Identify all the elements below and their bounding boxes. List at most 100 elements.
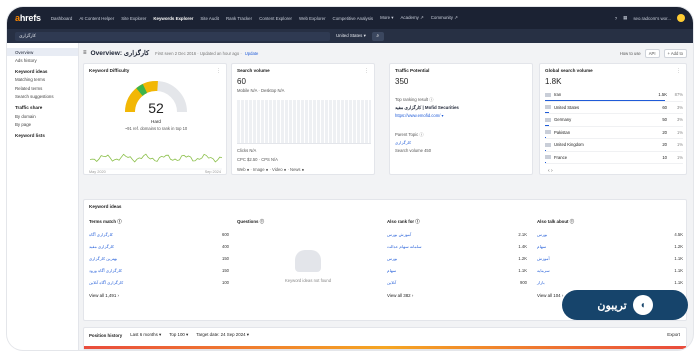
sidebar-item-matching-terms[interactable]: Matching terms xyxy=(7,76,78,84)
also-rank-keyword[interactable]: آموزش بورس xyxy=(387,232,411,237)
nav-keywords-explorer[interactable]: Keywords Explorer xyxy=(153,16,193,21)
ideas-col-also-rank[interactable]: Also rank for ⓘ xyxy=(387,219,420,225)
keyword-input[interactable]: کارگزاری xyxy=(15,31,330,41)
also-talk-keyword[interactable]: سرمایه xyxy=(537,268,550,273)
ideas-col-questions[interactable]: Questions ⓘ xyxy=(237,219,264,225)
gsv-country: United States xyxy=(554,104,580,110)
empty-illustration-icon xyxy=(295,250,321,272)
sidebar-item-by-page[interactable]: By page xyxy=(7,120,78,128)
also-rank-keyword[interactable]: آنلاین xyxy=(387,280,396,285)
terms-keyword[interactable]: کارگزاری آگاه ورود xyxy=(89,268,122,273)
sidebar-item-overview[interactable]: Overview xyxy=(7,48,78,57)
api-button[interactable]: API xyxy=(644,48,660,58)
add-to-button[interactable]: + Add to xyxy=(663,48,687,58)
also-rank-keyword[interactable]: بورس xyxy=(387,256,397,261)
also-talk-keyword[interactable]: بازار xyxy=(537,280,545,285)
pos-target-date[interactable]: Target date: 24 Sep 2024 ▾ xyxy=(196,332,249,338)
country-select[interactable]: United States ▾ xyxy=(336,33,366,39)
terms-keyword[interactable]: بهترین کارگزاری xyxy=(89,256,117,261)
terms-keyword[interactable]: کارگزاری آگاه آنلاین xyxy=(89,280,123,285)
also-rank-keyword[interactable]: سامانه سهام عدالت xyxy=(387,244,422,249)
flag-icon xyxy=(545,130,551,135)
gsv-country: Iran xyxy=(554,92,562,98)
pos-range-select[interactable]: Last 6 months ▾ xyxy=(130,332,161,338)
list-item: بورس 1.2K xyxy=(387,252,527,264)
table-row[interactable]: United States 60 3% xyxy=(545,102,683,114)
ideas-title: Keyword ideas xyxy=(89,204,122,209)
page-title: Overview: کارگزاری xyxy=(90,50,150,57)
questions-empty-state: Keyword ideas not found xyxy=(237,232,379,302)
also-rank-keyword[interactable]: سهام xyxy=(387,268,396,273)
avatar[interactable] xyxy=(677,14,685,22)
ideas-col-also-talk[interactable]: Also talk about ⓘ xyxy=(537,219,574,225)
terms-keyword[interactable]: کارگزاری مفید xyxy=(89,244,114,249)
how-to-use-link[interactable]: How to use xyxy=(620,51,641,56)
grid-icon[interactable]: ▦ xyxy=(623,15,627,21)
nav-site-audit[interactable]: Site Audit xyxy=(200,16,219,21)
flag-icon xyxy=(545,142,551,147)
sidebar-item-search-suggestions[interactable]: Search suggestions xyxy=(7,92,78,100)
list-item: کارگزاری مفید 400 xyxy=(89,240,229,252)
terms-volume: 150 xyxy=(222,255,229,261)
ideas-col-terms[interactable]: Terms match ⓘ xyxy=(89,219,122,225)
pos-top-select[interactable]: Top 100 ▾ xyxy=(169,332,188,338)
update-link[interactable]: Update xyxy=(245,51,259,56)
sidebar-item-ads-history[interactable]: Ads history xyxy=(7,56,78,64)
table-row[interactable]: United Kingdom 20 1% xyxy=(545,139,683,152)
nav-ai-content-helper[interactable]: AI Content Helper xyxy=(79,16,114,21)
tp-top-title[interactable]: کارگزاری مفید | Mofid Securities xyxy=(395,105,459,111)
list-item: آموزش بورس 2.1K xyxy=(387,228,527,240)
menu-icon[interactable]: ≡ xyxy=(83,50,87,56)
also-talk-keyword[interactable]: آموزش xyxy=(537,256,550,261)
nav-competitive-analysis[interactable]: Competitive Analysis xyxy=(333,16,374,21)
table-row[interactable]: France 10 1% xyxy=(545,152,683,164)
more-icon[interactable]: ⋮ xyxy=(676,68,681,74)
sidebar-item-keyword-lists[interactable]: Keyword lists xyxy=(7,128,78,140)
pos-title: Position history xyxy=(89,332,123,338)
help-icon[interactable]: ? xyxy=(615,16,617,21)
table-row[interactable]: Pakistan 20 1% xyxy=(545,127,683,139)
sidebar-item-related-terms[interactable]: Related terms xyxy=(7,84,78,92)
terms-view-all[interactable]: View all 1,491 › xyxy=(89,293,119,298)
sidebar-item-by-domain[interactable]: By domain xyxy=(7,112,78,120)
sv-value: 60 xyxy=(237,77,246,86)
search-button[interactable]: ⌕ xyxy=(371,31,384,41)
sidebar: Overview Ads history Keyword ideas Match… xyxy=(7,43,79,350)
gsv-pager[interactable]: ‹ › xyxy=(548,168,553,174)
nav-rank-tracker[interactable]: Rank Tracker xyxy=(226,16,252,21)
also-talk-keyword[interactable]: سهام xyxy=(537,244,546,249)
nav-content-explorer[interactable]: Content Explorer xyxy=(259,16,292,21)
pos-export-button[interactable]: Export xyxy=(667,332,680,337)
gsv-percent: 3% xyxy=(676,104,683,110)
gsv-percent: 1% xyxy=(676,154,683,160)
terms-keyword[interactable]: کارگزاری آگاه xyxy=(89,232,113,237)
account-menu[interactable]: seo.radcom's wor... xyxy=(633,16,671,21)
also-talk-list: بورس 4.5K سهام 1.2K آموزش 1.1K سرمایه 1.1K بازار… xyxy=(537,228,683,288)
list-item: بازار 1.1K xyxy=(537,276,683,288)
also-rank-view-all[interactable]: View all 382 › xyxy=(387,293,413,298)
also-talk-keyword[interactable]: بورس xyxy=(537,232,547,237)
flag-icon xyxy=(545,117,551,122)
also-talk-volume: 1.2K xyxy=(674,243,683,249)
tp-top-url[interactable]: https://www.emofid.com/ ▾ xyxy=(395,113,444,118)
tp-parent-keyword[interactable]: کارگزاری xyxy=(395,140,411,145)
terms-match-list: کارگزاری آگاه 600 کارگزاری مفید 400 بهترین ک… xyxy=(89,228,229,288)
nav-community[interactable]: Community ↗ xyxy=(431,15,458,21)
nav-more[interactable]: More ▾ xyxy=(380,15,393,21)
also-talk-view-all[interactable]: View all 104 › xyxy=(537,293,563,298)
nav-right: ? ▦ seo.radcom's wor... xyxy=(615,14,685,22)
ahrefs-logo[interactable]: ahrefs xyxy=(15,13,41,23)
gsv-share-bar xyxy=(545,162,547,163)
sv-title: Search volume xyxy=(237,68,270,73)
nav-academy[interactable]: Academy ↗ xyxy=(401,15,424,21)
gsv-volume: 50 xyxy=(662,117,667,123)
table-row[interactable]: Iran 1.5K 87% xyxy=(545,89,683,102)
nav-web-explorer[interactable]: Web Explorer xyxy=(299,16,326,21)
gsv-title: Global search volume xyxy=(545,68,593,73)
gsv-share-bar xyxy=(545,124,550,126)
nav-site-explorer[interactable]: Site Explorer xyxy=(121,16,146,21)
gsv-country-list: Iran 1.5K 87% United States 60 3% Germany 50 3% P… xyxy=(545,89,683,164)
nav-dashboard[interactable]: Dashboard xyxy=(51,16,72,21)
table-row[interactable]: Germany 50 3% xyxy=(545,114,683,127)
more-icon[interactable]: ⋮ xyxy=(364,68,369,74)
